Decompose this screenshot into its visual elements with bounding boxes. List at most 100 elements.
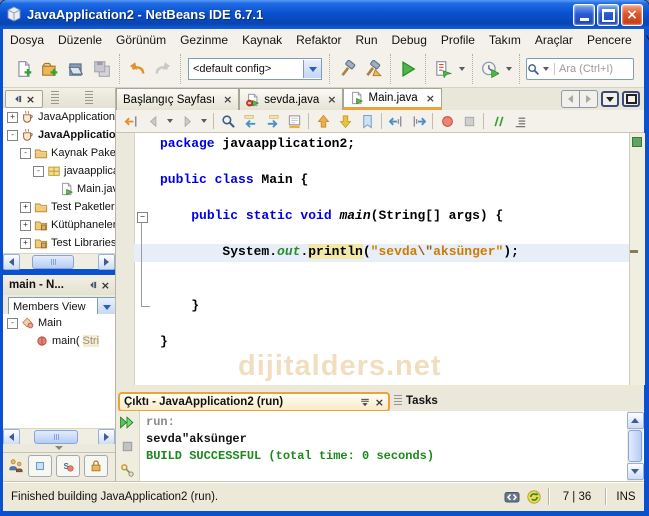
- dropdown-caret-icon[interactable]: [506, 67, 512, 71]
- drag-handle[interactable]: [51, 91, 59, 104]
- etb-shift-right-button[interactable]: [407, 111, 429, 131]
- etb-uncomment-button[interactable]: [509, 111, 531, 131]
- drag-handle[interactable]: [85, 91, 93, 104]
- code-line[interactable]: public static void main(String[] args) {: [134, 208, 629, 226]
- menu-dosya[interactable]: Dosya: [3, 31, 51, 49]
- etb-forward-button[interactable]: [176, 111, 198, 131]
- code-line[interactable]: System.out.println("sevda\"aksünger");: [134, 244, 629, 262]
- expand-icon[interactable]: +: [20, 237, 31, 249]
- code-line[interactable]: [134, 154, 629, 172]
- code-line[interactable]: [134, 280, 629, 298]
- arrows-icon[interactable]: [504, 489, 520, 505]
- etb-comment-button[interactable]: [487, 111, 509, 131]
- people-button[interactable]: [8, 457, 24, 475]
- scroll-right-icon[interactable]: [98, 253, 115, 270]
- scroll-down-icon[interactable]: [626, 463, 644, 480]
- refresh-icon[interactable]: [526, 489, 542, 505]
- splitter-handle-icon[interactable]: [55, 446, 63, 450]
- output-text[interactable]: run: sevda"aksünger BUILD SUCCESSFUL (tota…: [146, 414, 586, 478]
- etb-back-button[interactable]: [142, 111, 164, 131]
- code-area[interactable]: package javaapplication2; public class M…: [134, 133, 629, 385]
- code-line[interactable]: [134, 226, 629, 244]
- navigator-panel-header[interactable]: main - N... ×: [3, 275, 115, 296]
- menu-pencere[interactable]: Pencere: [580, 31, 639, 49]
- new-project-button[interactable]: [37, 56, 63, 82]
- scrollbar-thumb[interactable]: [34, 430, 78, 444]
- tree-row[interactable]: - Kaynak Paketleri: [3, 144, 115, 162]
- maximize-editor-icon[interactable]: [622, 91, 640, 107]
- scroll-tabs-left-icon[interactable]: [562, 91, 579, 107]
- filter-field-button[interactable]: [28, 455, 52, 477]
- minimize-button[interactable]: [573, 4, 595, 26]
- stop-icon[interactable]: [120, 438, 135, 456]
- output-tab[interactable]: Çıktı - JavaApplication2 (run) ×: [118, 392, 390, 412]
- collapse-icon[interactable]: -: [7, 317, 18, 329]
- etb-macro-start-button[interactable]: [436, 111, 458, 131]
- expand-icon[interactable]: +: [7, 111, 18, 123]
- dropdown-caret-icon[interactable]: [459, 67, 465, 71]
- profile-button[interactable]: [477, 56, 503, 82]
- filter-lock-button[interactable]: [84, 455, 108, 477]
- debug-button[interactable]: [430, 56, 456, 82]
- tab-close-icon[interactable]: ×: [223, 93, 232, 106]
- clean-build-button[interactable]: [360, 56, 386, 82]
- config-combobox[interactable]: <default config>: [188, 58, 322, 80]
- tab-close-icon[interactable]: ×: [327, 93, 336, 106]
- tree-row[interactable]: + Test Libraries: [3, 234, 115, 252]
- etb-bm-toggle-button[interactable]: [356, 111, 378, 131]
- code-line[interactable]: package javaapplication2;: [134, 136, 629, 154]
- output-vscrollbar[interactable]: [626, 411, 644, 481]
- dropdown-caret-icon[interactable]: [167, 119, 173, 123]
- dock-icon[interactable]: [88, 276, 98, 294]
- undo-button[interactable]: [124, 56, 150, 82]
- tree-row[interactable]: - JavaApplication2: [3, 126, 115, 144]
- scroll-right-icon[interactable]: [98, 429, 115, 445]
- close-button[interactable]: ×: [621, 4, 643, 26]
- code-line[interactable]: [134, 262, 629, 280]
- menu-kaynak[interactable]: Kaynak: [235, 31, 289, 49]
- collapse-icon[interactable]: -: [7, 129, 18, 141]
- save-all-button[interactable]: [89, 56, 115, 82]
- tree-row[interactable]: + Test Paketleri: [3, 198, 115, 216]
- tab-sevda.java[interactable]: sevda.java ×: [239, 88, 344, 110]
- etb-find-next-button[interactable]: [261, 111, 283, 131]
- etb-bm-prev-button[interactable]: [312, 111, 334, 131]
- scroll-left-icon[interactable]: [3, 429, 20, 445]
- run-button[interactable]: [395, 56, 421, 82]
- code-line[interactable]: }: [134, 298, 629, 316]
- title-bar[interactable]: JavaApplication2 - NetBeans IDE 6.7.1 ×: [0, 0, 649, 29]
- expand-icon[interactable]: +: [20, 219, 31, 231]
- new-file-button[interactable]: [11, 56, 37, 82]
- menu-profile[interactable]: Profile: [434, 31, 482, 49]
- open-project-button[interactable]: [63, 56, 89, 82]
- menu-run[interactable]: Run: [349, 31, 385, 49]
- menu-debug[interactable]: Debug: [385, 31, 434, 49]
- scrollbar-thumb[interactable]: [628, 430, 642, 462]
- panel-splitter[interactable]: [3, 444, 115, 452]
- etb-macro-stop-button[interactable]: [458, 111, 480, 131]
- etb-find-prev-button[interactable]: [239, 111, 261, 131]
- output-close-icon[interactable]: ×: [375, 397, 384, 408]
- tasks-tab[interactable]: Tasks: [394, 393, 438, 409]
- menu-gezinme[interactable]: Gezinme: [173, 31, 235, 49]
- code-line[interactable]: [134, 190, 629, 208]
- tab-close-icon[interactable]: ×: [426, 92, 435, 105]
- search-input[interactable]: Ara (Ctrl+I): [526, 58, 634, 80]
- tab-list-dropdown-icon[interactable]: [601, 91, 619, 107]
- menu-araçlar[interactable]: Araçlar: [528, 31, 580, 49]
- menu-takım[interactable]: Takım: [482, 31, 528, 49]
- dock-icon[interactable]: [13, 90, 23, 108]
- tab-main.java[interactable]: Main.java ×: [343, 88, 442, 110]
- menu-refaktor[interactable]: Refaktor: [289, 31, 348, 49]
- scrollbar-thumb[interactable]: [32, 254, 74, 269]
- menu-yardım[interactable]: Yardım: [639, 31, 649, 49]
- projects-close-icon[interactable]: ×: [26, 94, 35, 105]
- filter-static-button[interactable]: S: [56, 455, 80, 477]
- ant-settings-icon[interactable]: [120, 462, 135, 480]
- output-menu-icon[interactable]: [359, 393, 371, 411]
- tree-row[interactable]: - javaapplication2: [3, 162, 115, 180]
- tree-row[interactable]: + Kütüphaneler: [3, 216, 115, 234]
- tree-row[interactable]: Main.java: [3, 180, 115, 198]
- scroll-tabs-right-icon[interactable]: [579, 91, 597, 107]
- search-dropdown-icon[interactable]: [543, 67, 549, 71]
